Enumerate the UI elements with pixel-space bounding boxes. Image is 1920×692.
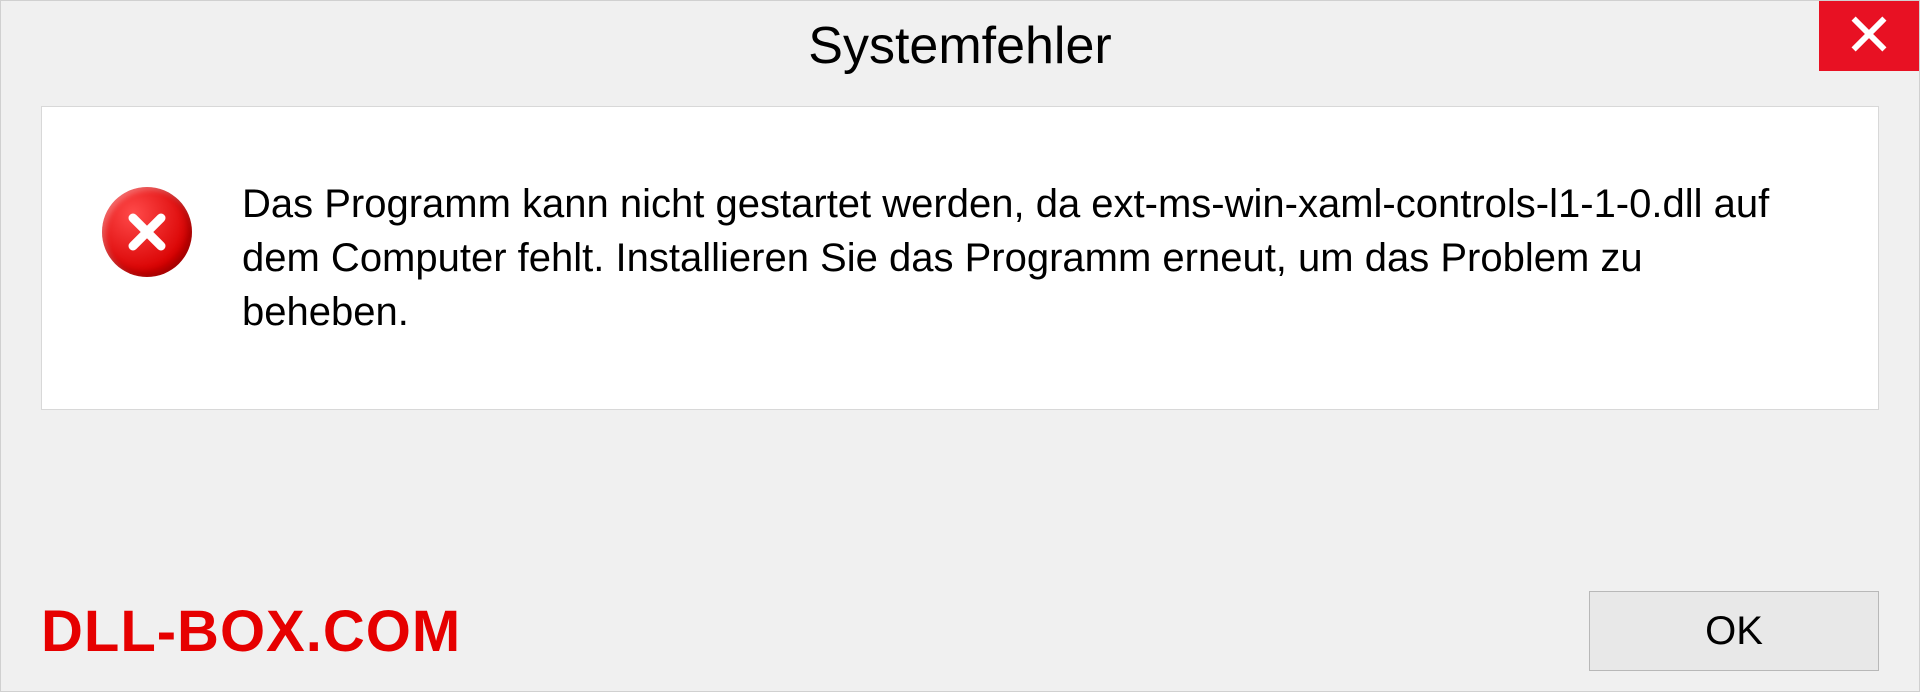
ok-button[interactable]: OK	[1589, 591, 1879, 671]
close-button[interactable]	[1819, 1, 1919, 71]
error-message: Das Programm kann nicht gestartet werden…	[242, 177, 1818, 339]
watermark-text: DLL-BOX.COM	[41, 598, 461, 665]
titlebar: Systemfehler	[1, 1, 1919, 91]
error-icon	[102, 187, 192, 277]
dialog-content: Das Programm kann nicht gestartet werden…	[41, 106, 1879, 410]
dialog-footer: DLL-BOX.COM OK	[1, 591, 1919, 671]
close-icon	[1849, 14, 1889, 59]
dialog-title: Systemfehler	[808, 16, 1111, 76]
